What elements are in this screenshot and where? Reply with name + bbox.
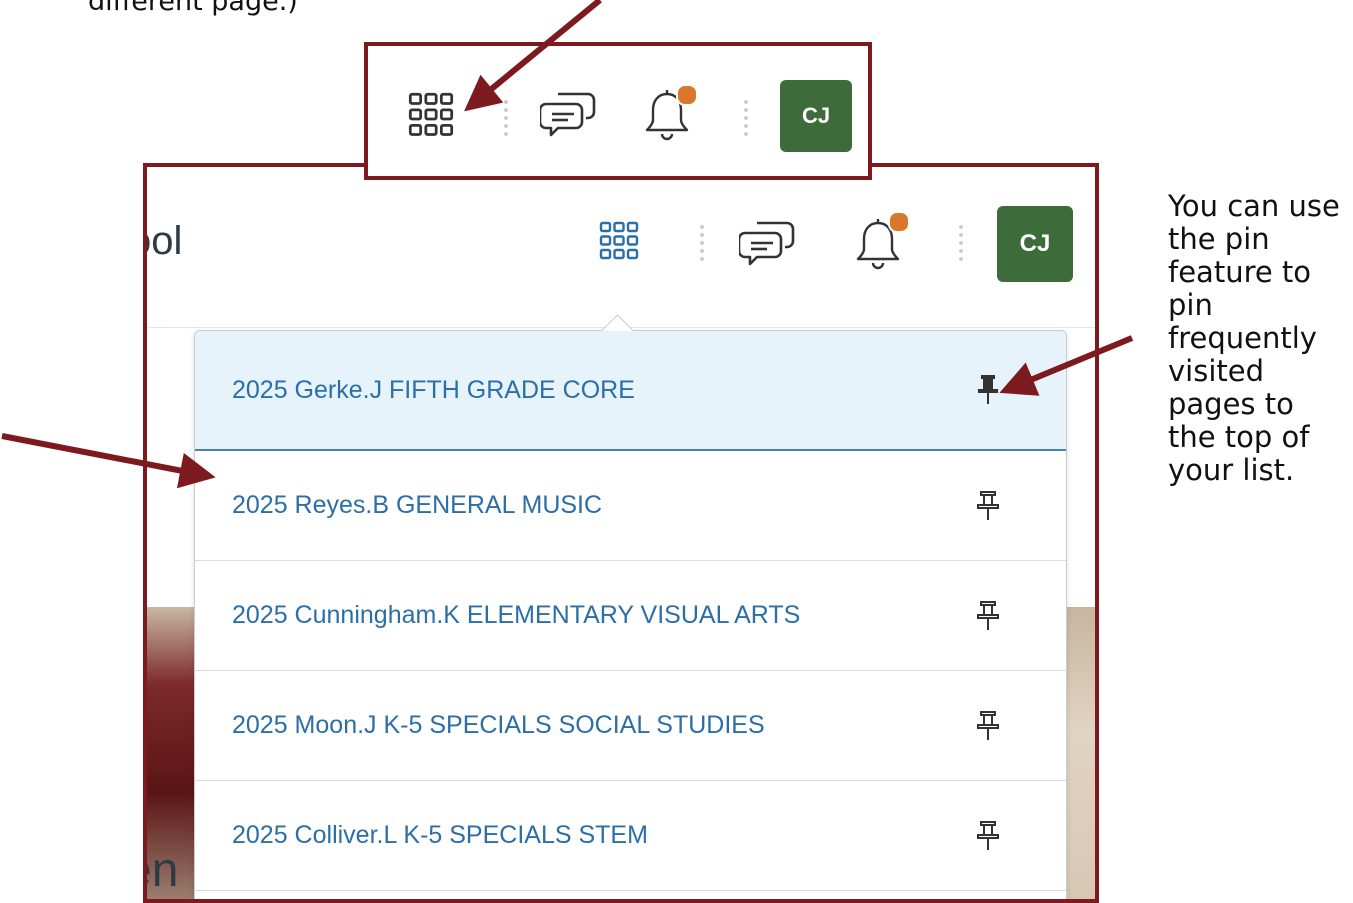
user-avatar[interactable]: CJ bbox=[780, 80, 852, 152]
app-grid-icon[interactable] bbox=[408, 92, 454, 138]
course-item[interactable]: 2025 Cunningham.K ELEMENTARY VISUAL ARTS bbox=[195, 561, 1066, 671]
course-link[interactable]: 2025 Reyes.B GENERAL MUSIC bbox=[232, 491, 602, 520]
school-name: ool bbox=[147, 219, 183, 263]
pin-icon[interactable] bbox=[976, 601, 1000, 631]
course-link[interactable]: 2025 Moon.J K-5 SPECIALS SOCIAL STUDIES bbox=[232, 711, 765, 740]
course-item[interactable]: 2025 Moon.J K-5 SPECIALS SOCIAL STUDIES bbox=[195, 671, 1066, 781]
divider-dots bbox=[744, 100, 748, 140]
annotation-pin-caption: You can use the pin feature to pin frequ… bbox=[1168, 189, 1340, 487]
course-link[interactable]: 2025 Gerke.J FIFTH GRADE CORE bbox=[232, 376, 635, 405]
messages-icon[interactable] bbox=[538, 90, 598, 138]
course-dropdown-menu: 2025 Gerke.J FIFTH GRADE CORE 2025 Reyes… bbox=[194, 314, 1067, 899]
course-link[interactable]: 2025 Colliver.L K-5 SPECIALS STEM bbox=[232, 821, 648, 850]
course-link[interactable]: 2025 Cunningham.K ELEMENTARY VISUAL ARTS bbox=[232, 601, 800, 630]
app-grid-icon[interactable] bbox=[599, 221, 639, 261]
annotation-frame-header-zoom: CJ bbox=[364, 42, 872, 180]
course-item[interactable]: 2025 Colliver.L K-5 SPECIALS STEM bbox=[195, 781, 1066, 891]
course-item[interactable]: 2025 Reyes.B GENERAL MUSIC bbox=[195, 451, 1066, 561]
annotation-frame-course-menu: ool bbox=[143, 163, 1099, 903]
pin-icon[interactable] bbox=[976, 375, 1000, 405]
user-avatar[interactable]: CJ bbox=[997, 206, 1073, 282]
notification-badge bbox=[888, 211, 910, 233]
messages-icon[interactable] bbox=[737, 219, 797, 267]
pin-icon[interactable] bbox=[976, 491, 1000, 521]
divider-dots bbox=[504, 100, 508, 140]
pin-icon[interactable] bbox=[976, 821, 1000, 851]
divider-dots bbox=[700, 225, 704, 265]
course-item[interactable]: 2025 Gerke.J FIFTH GRADE CORE bbox=[195, 331, 1066, 451]
banner-heading-partial: en bbox=[147, 844, 179, 897]
annotation-top-caption: different page.) bbox=[88, 0, 298, 17]
divider-dots bbox=[959, 225, 963, 265]
pin-icon[interactable] bbox=[976, 711, 1000, 741]
notification-badge bbox=[676, 84, 698, 106]
